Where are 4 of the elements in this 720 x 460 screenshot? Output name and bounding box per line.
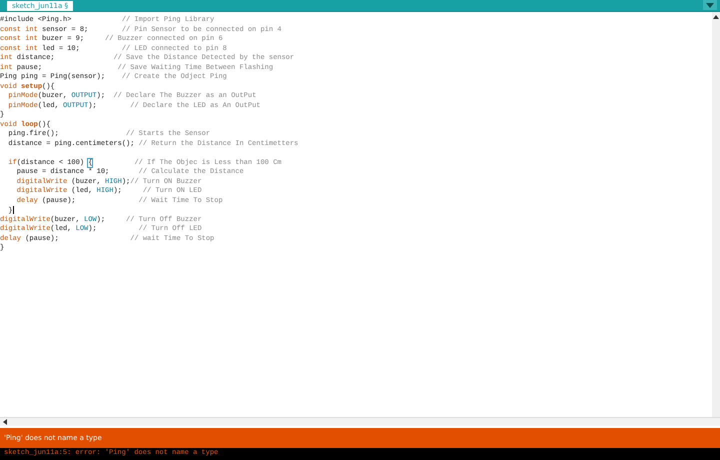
tab-menu-button[interactable] — [703, 0, 717, 10]
dropdown-icon — [706, 2, 714, 8]
scroll-left-icon[interactable] — [3, 419, 7, 425]
scroll-up-icon[interactable] — [713, 15, 719, 19]
